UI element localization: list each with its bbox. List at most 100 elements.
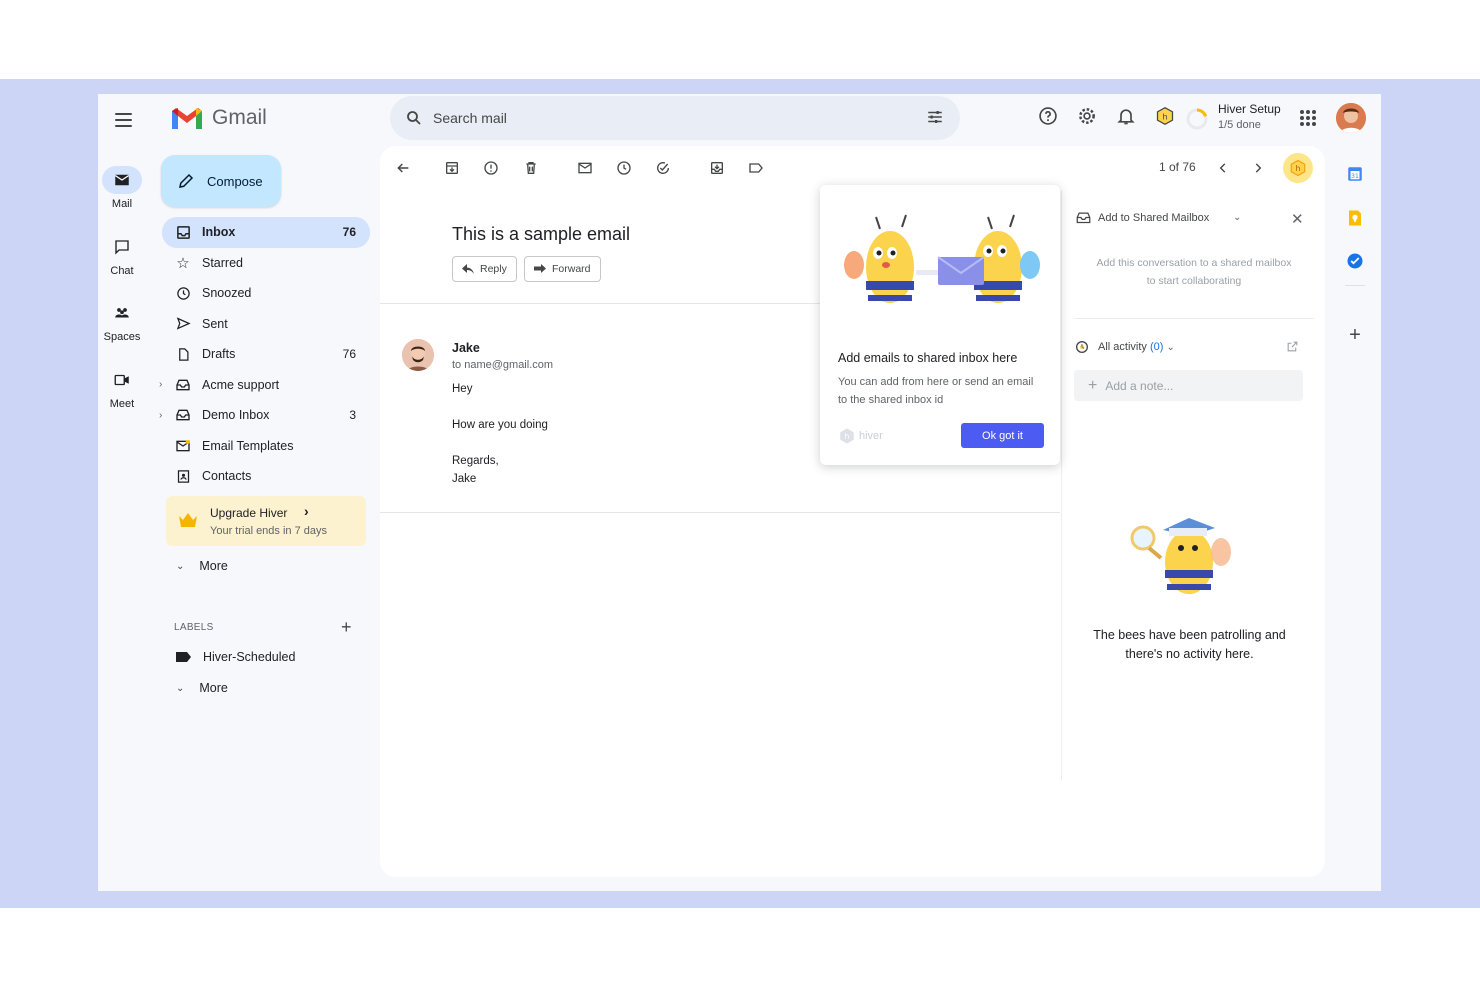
- nav-label: Contacts: [202, 469, 252, 484]
- add-addon-icon[interactable]: +: [1345, 324, 1365, 346]
- move-to-icon[interactable]: [708, 159, 726, 177]
- add-note-input[interactable]: + Add a note...: [1074, 370, 1303, 401]
- close-icon[interactable]: ✕: [1291, 210, 1304, 228]
- recipient: to name@gmail.com: [452, 359, 554, 371]
- nav-item-snoozed[interactable]: Snoozed: [162, 278, 370, 309]
- setup-progress-ring-icon: [1186, 108, 1208, 130]
- nav-item-contacts[interactable]: Contacts: [162, 461, 370, 492]
- plus-icon: +: [1088, 376, 1098, 394]
- rail-chat-label: Chat: [110, 265, 134, 277]
- search-icon: [407, 111, 421, 125]
- account-avatar[interactable]: [1336, 103, 1366, 133]
- nav-item-demo-inbox[interactable]: › Demo Inbox 3: [159, 400, 370, 431]
- setup-progress: 1/5 done: [1218, 119, 1261, 131]
- nav-item-inbox[interactable]: Inbox 76: [162, 217, 370, 248]
- nav-item-sent[interactable]: Sent: [162, 309, 370, 340]
- hiver-badge-icon[interactable]: h: [1155, 106, 1175, 126]
- rail-spaces-label: Spaces: [103, 331, 141, 343]
- app-rail: Mail Chat Spaces Meet: [98, 94, 150, 891]
- spaces-icon: [115, 308, 129, 318]
- nav-list: Inbox 76 ☆ Starred Snoozed Sent Drafts 7…: [159, 217, 370, 492]
- mail-icon: [114, 174, 130, 186]
- labels-header: LABELS: [174, 622, 214, 633]
- all-activity-filter[interactable]: All activity (0) ⌄: [1098, 341, 1175, 353]
- chevron-down-icon[interactable]: ⌄: [1233, 212, 1241, 223]
- labels-more[interactable]: ⌄ More: [176, 681, 228, 695]
- chevron-right-icon[interactable]: [1249, 159, 1267, 177]
- sender-avatar[interactable]: [402, 339, 434, 371]
- nav-more[interactable]: ⌄ More: [176, 559, 228, 573]
- nav-item-acme-support[interactable]: › Acme support: [159, 370, 370, 401]
- rail-chat[interactable]: Chat: [98, 233, 146, 277]
- nav-count: 76: [342, 225, 356, 240]
- crown-icon: [179, 513, 197, 527]
- rail-spaces[interactable]: Spaces: [98, 299, 146, 343]
- add-shared-mailbox-title[interactable]: Add to Shared Mailbox: [1098, 212, 1209, 224]
- nav-count: 3: [349, 408, 356, 423]
- trash-icon[interactable]: [522, 159, 540, 177]
- email-subject: This is a sample email: [452, 224, 631, 244]
- tasks-icon[interactable]: [1345, 251, 1365, 271]
- gmail-logo[interactable]: Gmail: [170, 105, 267, 131]
- snooze-icon[interactable]: [615, 159, 633, 177]
- meet-icon: [114, 374, 129, 386]
- hiver-toggle-icon[interactable]: h: [1283, 153, 1313, 183]
- nav-item-starred[interactable]: ☆ Starred: [162, 248, 370, 279]
- shared-inbox-tip-popup: Add emails to shared inbox here You can …: [820, 185, 1060, 465]
- nav-label: Snoozed: [202, 286, 252, 301]
- upgrade-hiver-card[interactable]: Upgrade Hiver › Your trial ends in 7 day…: [166, 496, 366, 546]
- empty-activity-text: The bees have been patrolling and there'…: [1093, 628, 1286, 661]
- label-hiver-scheduled[interactable]: Hiver-Scheduled: [176, 650, 295, 664]
- chat-icon: [115, 240, 129, 255]
- reply-button[interactable]: Reply: [452, 256, 517, 282]
- chevron-left-icon[interactable]: [1214, 159, 1232, 177]
- hiver-side-panel: Add to Shared Mailbox ⌄ ✕ Add this conve…: [1061, 190, 1325, 780]
- nav-label: Acme support: [202, 377, 280, 392]
- search-bar[interactable]: Search mail: [390, 96, 960, 140]
- star-icon: ☆: [176, 254, 190, 272]
- label-icon[interactable]: [747, 159, 765, 177]
- ok-got-it-button[interactable]: Ok got it: [961, 423, 1044, 448]
- forward-button[interactable]: Forward: [524, 256, 601, 282]
- chevron-down-icon: ⌄: [176, 560, 185, 572]
- gear-icon[interactable]: [1077, 106, 1097, 126]
- add-note-placeholder: Add a note...: [1105, 378, 1174, 393]
- keep-icon[interactable]: [1345, 208, 1365, 228]
- add-label-icon[interactable]: +: [341, 617, 352, 638]
- shared-mailbox-icon: [1076, 212, 1091, 224]
- mark-unread-icon[interactable]: [576, 159, 594, 177]
- nav-item-email-templates[interactable]: Email Templates: [162, 431, 370, 462]
- rail-meet[interactable]: Meet: [98, 366, 146, 410]
- divider: [1074, 318, 1314, 319]
- help-icon[interactable]: [1038, 106, 1058, 126]
- draft-icon: [178, 348, 188, 361]
- add-task-icon[interactable]: [654, 159, 672, 177]
- setup-title: Hiver Setup: [1218, 102, 1281, 116]
- back-arrow-icon[interactable]: [394, 159, 412, 177]
- nav-label: Drafts: [202, 347, 236, 362]
- main-menu-icon[interactable]: [111, 108, 135, 132]
- nav-label: Email Templates: [202, 438, 294, 453]
- reply-icon: [462, 264, 474, 274]
- divider: [380, 512, 1060, 513]
- message-toolbar: 1 of 76 h: [380, 146, 1325, 190]
- compose-button[interactable]: Compose: [161, 155, 281, 207]
- bell-icon[interactable]: [1116, 106, 1136, 126]
- expand-caret-icon[interactable]: ›: [159, 379, 162, 390]
- open-external-icon[interactable]: [1286, 340, 1299, 353]
- archive-icon[interactable]: [443, 159, 461, 177]
- calendar-icon[interactable]: 31: [1345, 164, 1365, 184]
- more-label: More: [199, 559, 228, 573]
- search-options-icon[interactable]: [926, 108, 944, 126]
- report-spam-icon[interactable]: [482, 159, 500, 177]
- nav-item-drafts[interactable]: Drafts 76: [162, 339, 370, 370]
- send-icon: [176, 317, 191, 330]
- search-input[interactable]: Search mail: [433, 110, 507, 126]
- upgrade-subtitle: Your trial ends in 7 days: [210, 525, 327, 537]
- expand-caret-icon[interactable]: ›: [159, 410, 162, 421]
- clock-icon: [176, 287, 190, 300]
- svg-text:31: 31: [1351, 173, 1359, 180]
- apps-grid-icon[interactable]: [1300, 110, 1316, 126]
- label-name: Hiver-Scheduled: [203, 650, 296, 664]
- rail-mail[interactable]: Mail: [98, 166, 146, 210]
